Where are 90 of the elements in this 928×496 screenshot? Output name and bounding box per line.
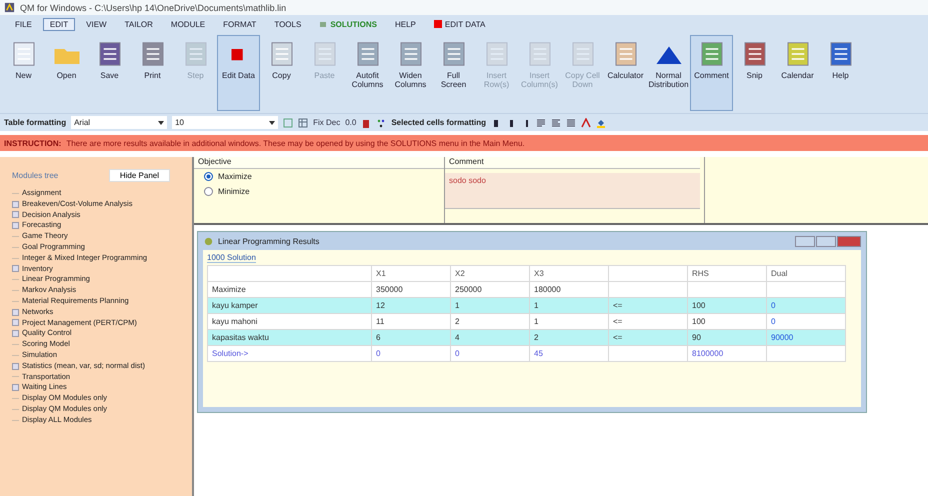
align-right-icon[interactable] (566, 118, 576, 128)
menu-item[interactable]: TOOLS (267, 18, 308, 30)
app-icon (4, 2, 15, 13)
column-header: X2 (450, 266, 530, 282)
table-cell: 12 (372, 298, 450, 314)
toolbar-button[interactable]: Print (131, 35, 174, 111)
toolbar-button[interactable]: Autofit Columns (346, 35, 389, 111)
toolbar-button[interactable]: Copy (260, 35, 303, 111)
table-cell: 6 (372, 330, 450, 346)
table-cell: 8100000 (688, 346, 766, 362)
table-cell: 0 (450, 346, 530, 362)
expander-icon[interactable] (12, 362, 19, 370)
menu-item[interactable]: HELP (388, 18, 423, 30)
table-cell: kayu kamper (208, 298, 372, 314)
cells-formatting-label: Selected cells formatting (391, 118, 486, 127)
solution-tab[interactable]: 1000 Solution (207, 253, 256, 263)
radio-option[interactable]: Minimize (194, 184, 444, 199)
align-left-icon[interactable] (536, 118, 546, 128)
align-center-icon[interactable] (551, 118, 562, 128)
table-cell: <= (608, 298, 688, 314)
column-header: Dual (766, 266, 846, 282)
menu-item[interactable]: FORMAT (216, 18, 264, 30)
fix-decimals-button[interactable]: Fix Dec (313, 118, 340, 127)
menu-item[interactable]: MODULE (164, 18, 212, 30)
table-cell: <= (608, 330, 688, 346)
decimals-button[interactable]: 0.0 (345, 118, 356, 127)
toolbar-button[interactable]: New (2, 35, 45, 111)
menu-item[interactable]: VIEW (79, 18, 114, 30)
objective-header: Objective (194, 157, 444, 169)
toolbar-button[interactable]: Snip (733, 35, 776, 111)
maximize-button[interactable] (816, 236, 836, 246)
table-cell: 90 (688, 330, 766, 346)
window-title: QM for Windows - C:\Users\hp 14\OneDrive\Documents\mathlib.lin (20, 2, 286, 12)
table-cell: kapasitas waktu (208, 330, 372, 346)
toolbar-button[interactable]: Help (819, 35, 862, 111)
table-cell: 45 (530, 346, 608, 362)
font-dropdown[interactable]: Arial (71, 116, 168, 129)
window-title: Linear Programming Results (218, 236, 320, 246)
size-dropdown[interactable]: 10 (172, 116, 278, 129)
column-header: RHS (688, 266, 766, 282)
table-cell: 4 (450, 330, 530, 346)
table-cell: 1 (530, 298, 608, 314)
square-icon (434, 20, 442, 28)
minimize-button[interactable] (795, 236, 815, 246)
toolbar-button[interactable]: Edit Data (217, 35, 260, 111)
table-cell: 0 (766, 298, 846, 314)
toolbar-button[interactable]: Calendar (776, 35, 819, 111)
caret-icon (158, 120, 164, 124)
column-header: X1 (372, 266, 450, 282)
panel-title: Modules tree (12, 171, 58, 180)
toolbar-button[interactable]: Save (88, 35, 131, 111)
expander-icon[interactable] (12, 265, 19, 272)
fill-color-icon[interactable] (596, 118, 606, 128)
table-cell: 2 (530, 330, 608, 346)
dots-icon[interactable] (376, 118, 386, 128)
instruction-message: There are more results available in additional windows. These may be opened by using the SOLUTIONS menu in the Main Menu. (66, 138, 525, 148)
hide-panel-button[interactable]: Hide Panel (108, 169, 170, 182)
expander-icon[interactable] (12, 319, 19, 326)
instruction-label: INSTRUCTION: (4, 138, 62, 148)
menu-item[interactable]: TAILOR (118, 18, 160, 30)
toolbar-button[interactable]: Full Screen (432, 35, 475, 111)
menu-item[interactable]: EDIT DATA (426, 18, 492, 30)
table-cell: 1 (450, 298, 530, 314)
toolbar-button[interactable]: Calculator (604, 35, 647, 111)
radio-option[interactable]: Maximize (194, 169, 444, 184)
toolbar-button[interactable]: Widen Columns (389, 35, 432, 111)
table-cell: 90000 (766, 330, 846, 346)
expander-icon[interactable] (12, 222, 19, 230)
expander-icon[interactable] (12, 211, 19, 218)
caret-icon (269, 120, 276, 124)
table-cell: 0 (372, 346, 450, 362)
table-formatting-label: Table formatting (4, 118, 66, 127)
window-icon (203, 236, 214, 246)
table-cell: Solution-> (208, 346, 372, 362)
expander-icon[interactable] (12, 384, 19, 392)
comment-field[interactable]: sodo sodo (445, 173, 700, 209)
table-cell: 100 (688, 298, 766, 314)
toolbar-button[interactable]: Open (45, 35, 88, 111)
column-header: X3 (530, 266, 608, 282)
comment-header: Comment (445, 157, 700, 169)
menu-item[interactable]: EDIT (42, 18, 76, 30)
menu-item[interactable]: FILE (8, 18, 39, 30)
font-color-icon[interactable] (581, 118, 592, 128)
toolbar-button[interactable]: Normal Distribution (647, 35, 690, 111)
expander-icon[interactable] (12, 308, 19, 316)
toolbar-button[interactable]: Comment (690, 35, 733, 111)
expander-icon[interactable] (12, 200, 19, 208)
expander-icon[interactable] (12, 330, 19, 338)
close-button[interactable] (837, 236, 861, 246)
table-icon[interactable] (298, 118, 308, 128)
